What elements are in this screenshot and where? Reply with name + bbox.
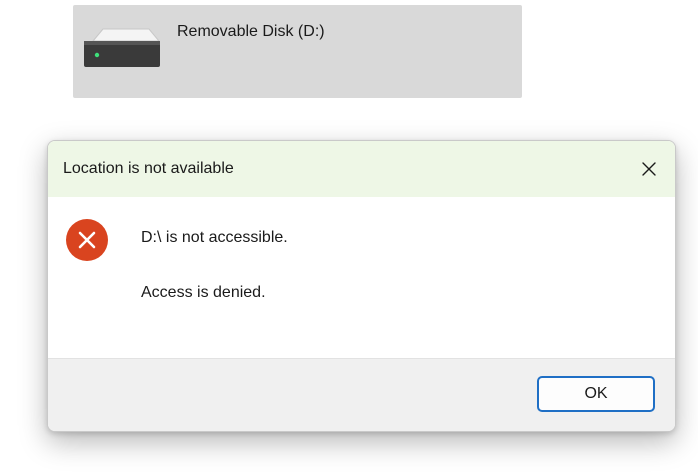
dialog-content: D:\ is not accessible. Access is denied.	[48, 197, 675, 358]
dialog-title: Location is not available	[63, 160, 234, 177]
dialog-footer: OK	[48, 358, 675, 431]
error-message: D:\ is not accessible.	[141, 229, 288, 246]
error-dialog: Location is not available D:\ is not acc…	[47, 140, 676, 432]
error-icon	[65, 218, 109, 262]
ok-button-label: OK	[584, 385, 608, 402]
dialog-title-bar: Location is not available	[48, 141, 675, 197]
close-icon	[642, 162, 656, 176]
drive-label: Removable Disk (D:)	[177, 23, 325, 40]
drive-item-removable-disk[interactable]: Removable Disk (D:)	[73, 5, 522, 98]
close-button[interactable]	[629, 149, 669, 189]
error-detail: Access is denied.	[141, 284, 266, 301]
ok-button[interactable]: OK	[537, 376, 655, 412]
removable-drive-icon	[83, 27, 161, 77]
